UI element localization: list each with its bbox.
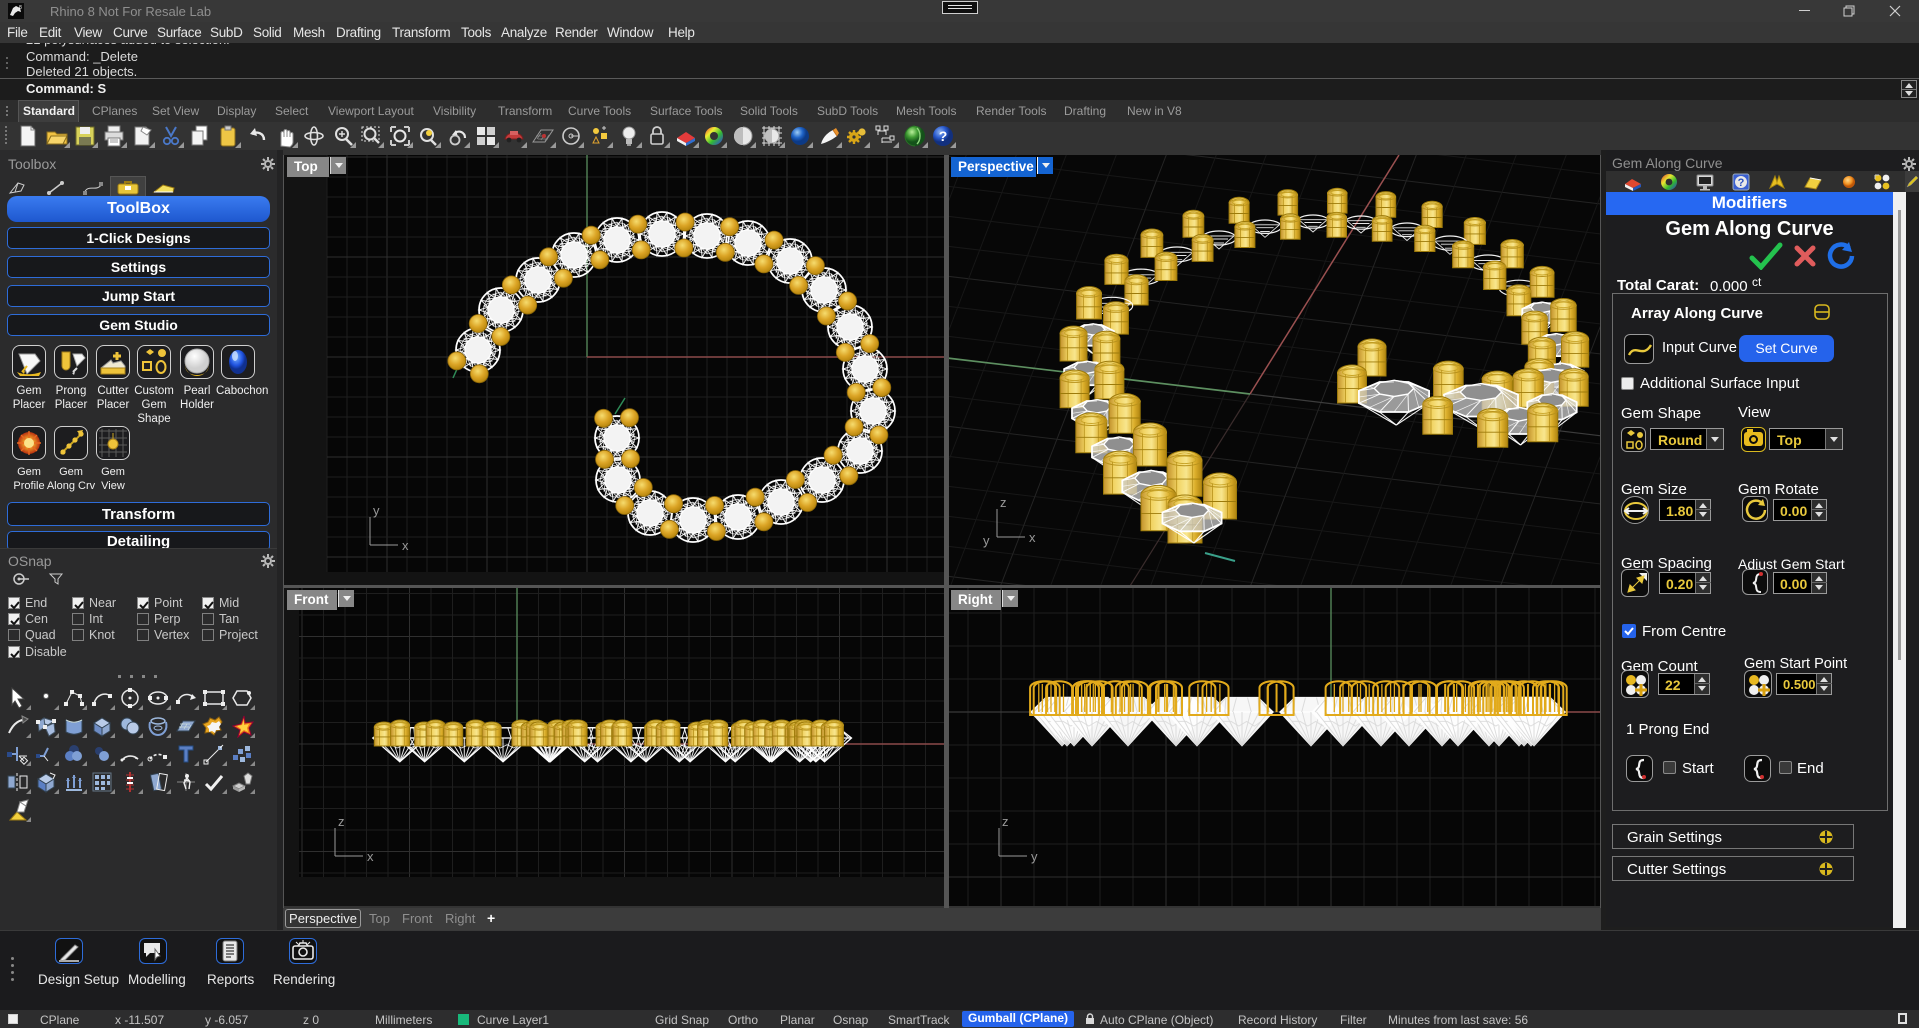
svg-text:z: z (1002, 814, 1009, 829)
svg-text:z: z (338, 814, 345, 829)
svg-text:8: 8 (19, 5, 22, 11)
svg-text:y: y (983, 533, 990, 548)
svg-text:y: y (373, 503, 380, 518)
svg-text:?: ? (939, 128, 948, 144)
svg-text:x: x (402, 538, 409, 553)
svg-text:y: y (1031, 849, 1038, 864)
svg-text:z: z (1000, 495, 1007, 510)
svg-text:x: x (367, 849, 374, 864)
svg-text:?: ? (1738, 177, 1745, 189)
svg-text:x: x (1029, 530, 1036, 545)
